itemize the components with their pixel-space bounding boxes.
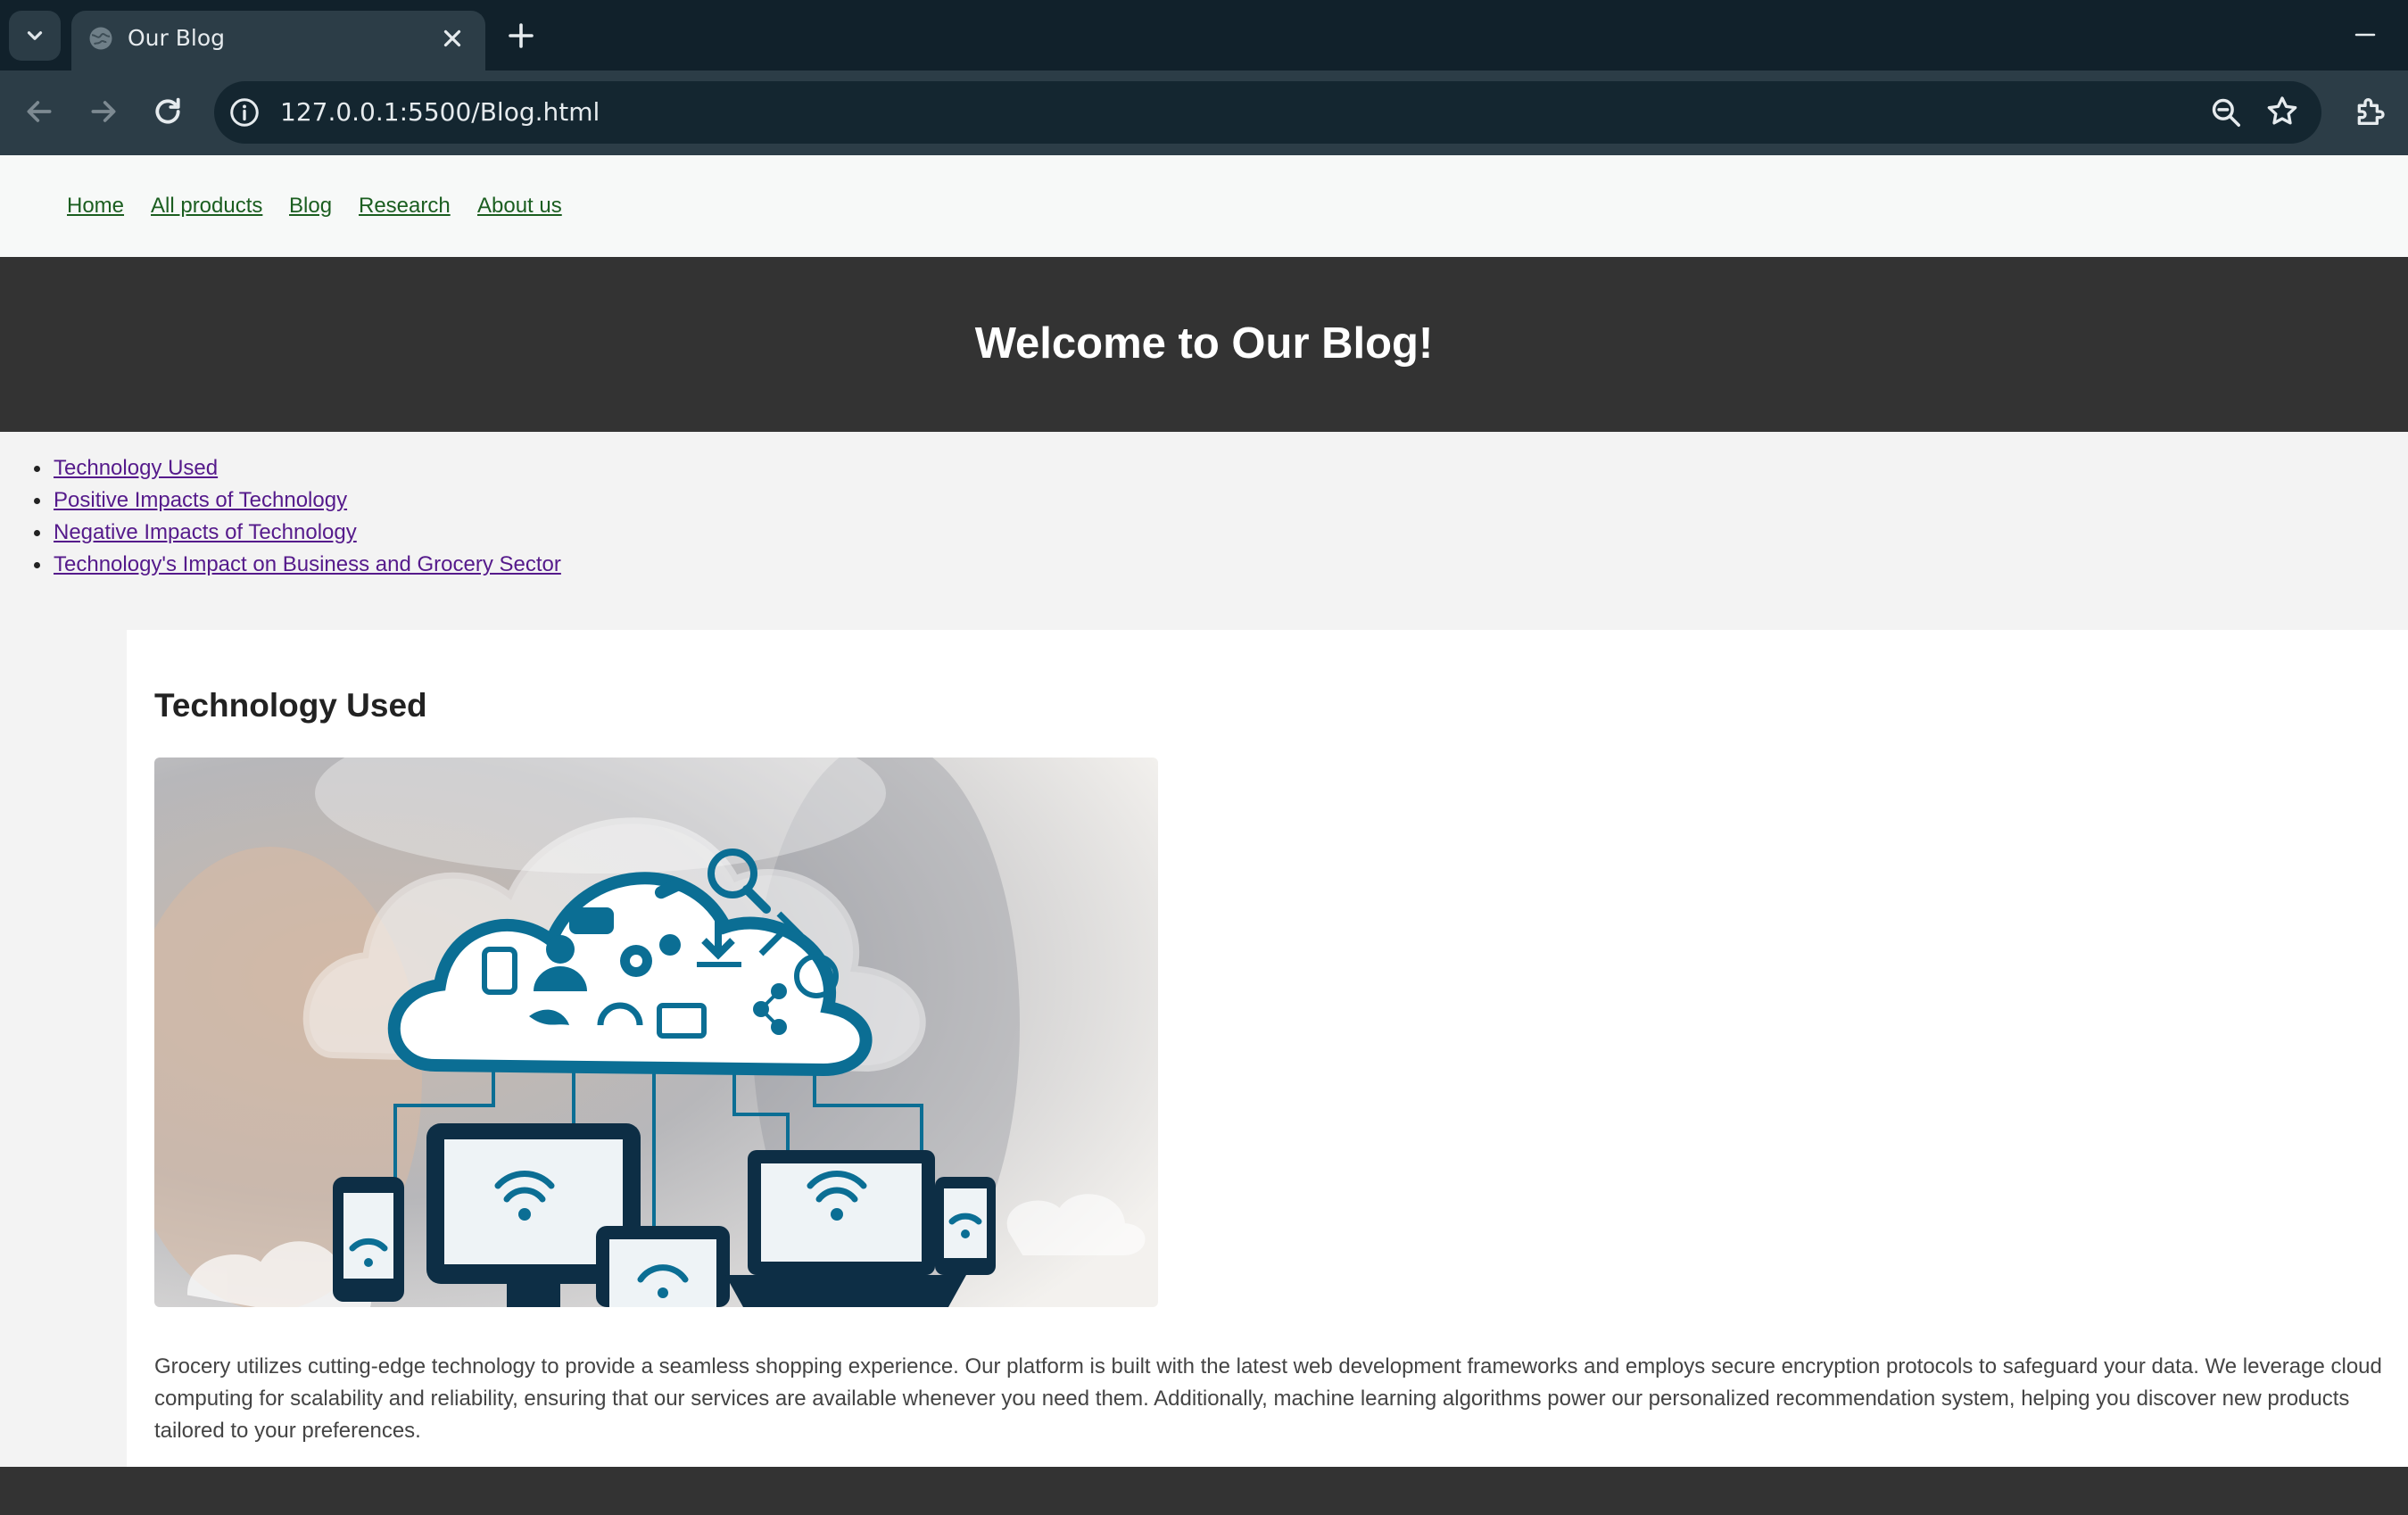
toc-link-business-grocery[interactable]: Technology's Impact on Business and Groc… <box>54 552 561 576</box>
extensions-icon[interactable] <box>2352 94 2387 129</box>
forward-icon[interactable] <box>86 94 121 129</box>
nav-link-research[interactable]: Research <box>359 193 451 219</box>
address-bar[interactable]: 127.0.0.1:5500/Blog.html <box>214 81 2321 144</box>
toc-link-technology-used[interactable]: Technology Used <box>54 456 218 480</box>
page-title: Welcome to Our Blog! <box>974 319 1434 368</box>
table-of-contents: Technology Used Positive Impacts of Tech… <box>32 452 561 581</box>
close-icon[interactable] <box>439 25 466 52</box>
site-info-icon[interactable] <box>228 96 261 128</box>
nav-link-blog[interactable]: Blog <box>289 193 332 219</box>
site-navigation: Home All products Blog Research About us <box>0 155 2408 257</box>
zoom-icon[interactable] <box>2209 95 2243 129</box>
nav-link-about-us[interactable]: About us <box>477 193 562 219</box>
nav-link-home[interactable]: Home <box>67 193 124 219</box>
page-footer <box>0 1467 2408 1515</box>
plus-icon[interactable] <box>505 20 537 52</box>
reload-icon[interactable] <box>150 94 186 129</box>
section-heading: Technology Used <box>154 687 427 724</box>
toc-item: Positive Impacts of Technology <box>32 484 561 517</box>
nav-link-all-products[interactable]: All products <box>151 193 262 219</box>
article-body: Grocery utilizes cutting-edge technology… <box>154 1354 2382 1443</box>
toc-link-positive-impacts[interactable]: Positive Impacts of Technology <box>54 488 347 512</box>
tab-title: Our Blog <box>128 25 226 51</box>
page-header: Welcome to Our Blog! <box>0 257 2408 432</box>
browser-toolbar: 127.0.0.1:5500/Blog.html <box>0 70 2408 155</box>
browser-tab-strip: Our Blog <box>0 0 2408 70</box>
article-technology-used: Technology Used Grocery utilizes cutting… <box>127 630 2408 1467</box>
back-icon[interactable] <box>21 94 57 129</box>
toc-item: Negative Impacts of Technology <box>32 517 561 549</box>
toc-item: Technology's Impact on Business and Groc… <box>32 549 561 581</box>
chevron-down-icon <box>27 31 43 40</box>
toc-item: Technology Used <box>32 452 561 484</box>
toc-link-negative-impacts[interactable]: Negative Impacts of Technology <box>54 520 357 544</box>
browser-tab[interactable]: Our Blog <box>71 11 485 70</box>
tab-list-button[interactable] <box>9 11 61 61</box>
minimize-icon[interactable] <box>2352 21 2379 48</box>
cloud-computing-image <box>154 758 1158 1307</box>
url-text[interactable]: 127.0.0.1:5500/Blog.html <box>280 95 600 129</box>
star-icon[interactable] <box>2264 94 2300 129</box>
globe-icon <box>89 27 112 50</box>
